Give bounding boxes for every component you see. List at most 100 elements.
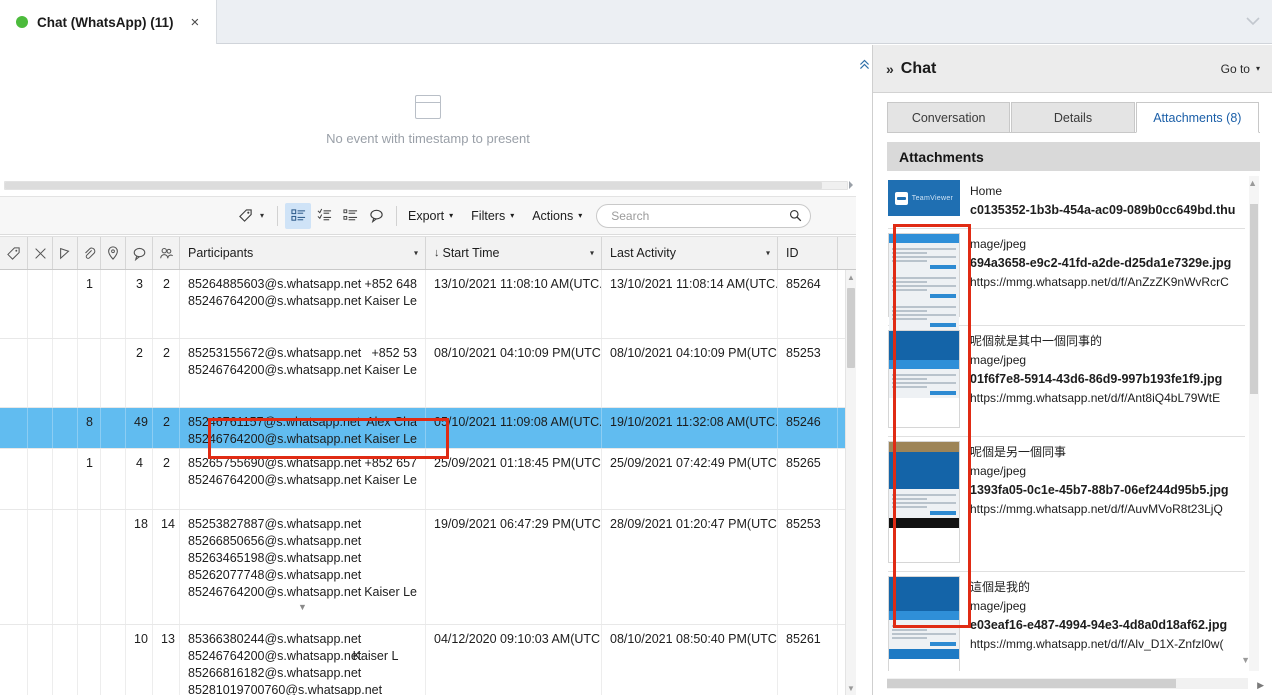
column-header-id[interactable]: ID (778, 237, 838, 269)
status-dot-icon (16, 16, 28, 28)
table-row[interactable]: 1 4 2 85265755690@s.whatsapp.net +852 657 852… (0, 449, 856, 510)
attachment-thumbnail-wrap[interactable] (888, 330, 960, 428)
attachment-thumbnail-wrap[interactable] (888, 233, 960, 330)
column-header-participants-label: Participants (188, 246, 254, 260)
column-header-flag[interactable] (53, 237, 78, 269)
scroll-up-icon[interactable]: ▲ (1248, 178, 1257, 188)
attachment-thumbnail-screenshot[interactable] (888, 441, 960, 563)
tab-conversation[interactable]: Conversation (887, 102, 1011, 132)
attachment-thumbnail-wrap[interactable]: TeamViewer (888, 180, 960, 220)
people-icon (159, 247, 173, 258)
participant-jid: 85281019700760@s.whatsapp.net (188, 683, 383, 695)
table-row[interactable]: 1 3 2 85264885603@s.whatsapp.net +852 648 852… (0, 270, 856, 339)
tab-attachments[interactable]: Attachments (8) (1135, 102, 1259, 133)
expand-chevron-icon[interactable]: » (886, 61, 894, 77)
attachment-list-item[interactable]: TeamViewer Home c0135352-1b3b-454a-ac09-08… (888, 176, 1245, 224)
cell-last-activity: 13/10/2021 11:08:14 AM(UTC... (602, 270, 778, 338)
column-header-start-time[interactable]: ↓ Start Time ▾ (426, 237, 602, 269)
attachment-list-item[interactable]: mage/jpeg 694a3658-e9c2-41fd-a2de-d25da1e… (888, 229, 1245, 330)
tab-chat-whatsapp[interactable]: Chat (WhatsApp) (11) × (0, 0, 217, 44)
actions-menu[interactable]: Actions ▾ (528, 206, 586, 226)
chevron-down-icon[interactable]: ▾ (766, 249, 770, 258)
comment-view-icon[interactable] (363, 203, 389, 229)
attachments-horizontal-scrollbar[interactable] (887, 678, 1248, 689)
column-header-location[interactable] (101, 237, 126, 269)
attachment-thumbnail-wrap[interactable] (888, 576, 960, 671)
cell-flag (0, 625, 28, 695)
attachment-list-item[interactable]: 呢個是另一個同事 mage/jpeg 1393fa05-0c1e-45b7-88b7… (888, 437, 1245, 567)
participant-jid: 85246764200@s.whatsapp.net (188, 294, 362, 308)
table-row[interactable]: 2 2 85253155672@s.whatsapp.net +852 53 85246… (0, 339, 856, 408)
attachments-scrollbar-thumb[interactable] (1250, 204, 1258, 394)
chevron-down-icon[interactable] (1242, 12, 1264, 30)
scroll-down-icon[interactable]: ▼ (1241, 655, 1250, 665)
tag-icon[interactable] (232, 203, 258, 229)
export-menu[interactable]: Export ▾ (404, 206, 457, 226)
attachment-thumbnail-document[interactable]: TeamViewer (888, 180, 960, 216)
scroll-down-icon[interactable]: ▼ (846, 681, 856, 695)
participant-jid: 85262077748@s.whatsapp.net (188, 568, 362, 582)
thumb-strip (889, 442, 959, 452)
column-header-attachments[interactable] (78, 237, 101, 269)
list-detail-view-icon[interactable] (285, 202, 312, 229)
chevron-down-icon[interactable]: ▾ (414, 249, 418, 258)
column-header-participants-count[interactable] (153, 237, 180, 269)
scroll-up-icon[interactable]: ▲ (846, 270, 856, 284)
panel-title: Chat (900, 59, 937, 77)
cell-attachment-count (78, 625, 101, 695)
participant-jid: 85246764200@s.whatsapp.net (188, 585, 362, 599)
column-header-participants[interactable]: Participants ▾ (180, 237, 426, 269)
list-simple-view-icon[interactable] (337, 203, 363, 229)
search-icon[interactable] (789, 209, 802, 222)
cell-comment-count: 2 (126, 339, 153, 407)
go-to-menu[interactable]: Go to ▾ (1221, 62, 1260, 76)
attachments-vertical-scrollbar[interactable] (1249, 176, 1259, 671)
column-header-comments[interactable] (126, 237, 153, 269)
list-compact-view-icon[interactable] (311, 203, 337, 229)
tab-details[interactable]: Details (1011, 102, 1135, 132)
table-row[interactable]: 10 13 85366380244@s.whatsapp.net 8524676420… (0, 625, 856, 695)
table-row[interactable]: 18 14 85253827887@s.whatsapp.net 8526685065… (0, 510, 856, 625)
filters-menu[interactable]: Filters ▾ (467, 206, 518, 226)
cell-start-time: 19/09/2021 06:47:29 PM(UTC... (426, 510, 602, 624)
attachment-thumbnail-screenshot[interactable] (888, 330, 960, 428)
column-header-last-activity[interactable]: Last Activity ▾ (602, 237, 778, 269)
attachment-list-item[interactable]: 呢個就是其中一個同事的 mage/jpeg 01f6f7e8-5914-43d6-8… (888, 326, 1245, 432)
search-input[interactable] (609, 207, 790, 224)
thumb-titlebar (889, 611, 959, 620)
collapse-panel-button[interactable] (856, 52, 873, 76)
chevron-down-icon[interactable]: ▾ (590, 249, 594, 258)
expand-participants-icon[interactable]: ▼ (188, 603, 417, 612)
tag-glyph (238, 209, 252, 222)
cell-last-activity: 19/10/2021 11:32:08 AM(UTC... (602, 408, 778, 448)
close-icon[interactable]: × (191, 15, 200, 30)
grid-vertical-scrollbar[interactable]: ▲ ▼ (845, 270, 856, 695)
cell-flag (53, 625, 78, 695)
tag-dropdown-caret-icon[interactable]: ▾ (260, 211, 264, 220)
scroll-right-icon[interactable] (849, 181, 853, 189)
cell-flag (101, 339, 126, 407)
cell-start-time: 05/10/2021 11:09:08 AM(UTC... (426, 408, 602, 448)
table-row[interactable]: 8 49 2 85246761157@s.whatsapp.net Alex Cha 85… (0, 408, 856, 449)
attachment-thumbnail-wrap[interactable] (888, 441, 960, 563)
attachment-list-item[interactable]: 這個是我的 mage/jpeg e03eaf16-e487-4994-94e3-4d… (888, 572, 1245, 671)
timeline-panel: No event with timestamp to present (0, 45, 856, 195)
participant-name (334, 516, 417, 533)
column-header-deleted[interactable] (28, 237, 53, 269)
attachments-hscrollbar-thumb[interactable] (887, 679, 1176, 688)
column-header-tag[interactable] (0, 237, 28, 269)
cell-flag (101, 408, 126, 448)
attachment-thumbnail-screenshot[interactable] (888, 233, 960, 330)
participant-name: Alex Cha (366, 415, 417, 429)
search-box[interactable] (596, 203, 812, 228)
attachments-list[interactable]: TeamViewer Home c0135352-1b3b-454a-ac09-08… (887, 175, 1260, 672)
attachment-thumbnail-screenshot[interactable] (888, 576, 960, 671)
cell-comment-count: 18 (126, 510, 153, 624)
cell-comment-count: 10 (126, 625, 153, 695)
tag-icon (7, 246, 20, 260)
grid-scrollbar-thumb[interactable] (847, 288, 855, 368)
cell-last-activity: 25/09/2021 07:42:49 PM(UTC... (602, 449, 778, 509)
scroll-right-icon[interactable]: ▶ (1257, 680, 1264, 691)
timeline-scrollbar-thumb[interactable] (5, 182, 822, 189)
timeline-horizontal-scrollbar[interactable] (4, 181, 853, 190)
